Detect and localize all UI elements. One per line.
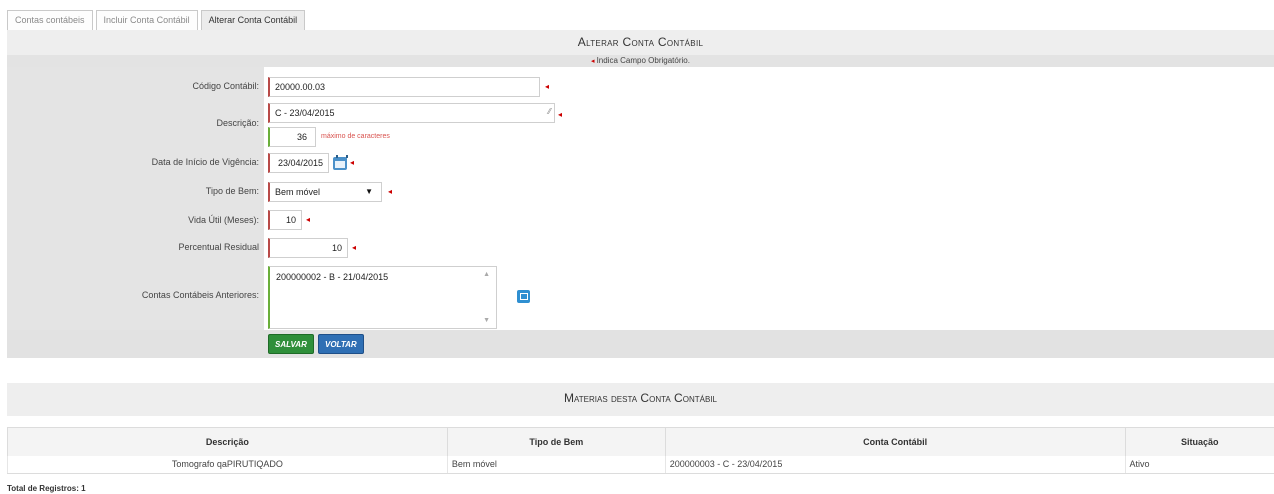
labels-column: Código Contábil: Descrição: Data de Iníc… [7,67,264,358]
descricao-value: C - 23/04/2015 [275,108,335,118]
codigo-label: Código Contábil: [192,81,259,91]
tab-contas-contabeis[interactable]: Contas contábeis [7,10,93,30]
total-registros: Total de Registros: 1 [7,484,86,493]
contas-anteriores-label: Contas Contábeis Anteriores: [141,290,259,300]
required-marker-icon: ◂ [591,58,595,65]
table-header-row: Descrição Tipo de Bem Conta Contábil Sit… [7,427,1274,456]
required-marker-icon: ◂ [545,82,550,91]
percentual-label: Percentual Residual [178,242,259,252]
cell-descricao: Tomografo qaPIRUTIQADO [7,455,448,474]
form-area: Código Contábil: Descrição: Data de Iníc… [7,67,1274,358]
buttons-row: SALVAR VOLTAR [7,330,1274,358]
page-title: Alterar Conta Contábil [577,35,704,49]
col-descricao[interactable]: Descrição [7,427,448,456]
scroll-down-icon[interactable]: ▼ [483,317,490,324]
voltar-button[interactable]: VOLTAR [318,334,364,354]
descricao-input[interactable]: C - 23/04/2015 ⁄⁄ [268,103,555,123]
required-marker-icon: ◂ [350,158,355,167]
cell-conta: 200000003 - C - 23/04/2015 [664,455,1126,474]
tab-bar: Contas contábeis Incluir Conta Contábil … [7,10,306,30]
materias-table: Descrição Tipo de Bem Conta Contábil Sit… [7,427,1274,474]
required-marker-icon: ◂ [388,187,393,196]
tipo-bem-value: Bem móvel [275,187,321,197]
contas-anteriores-value[interactable]: 200000002 - B - 21/04/2015 [276,272,388,282]
required-marker-icon: ◂ [352,243,357,252]
col-tipo-bem[interactable]: Tipo de Bem [446,427,666,456]
tipo-bem-label: Tipo de Bem: [205,186,259,196]
select-arrow-icon: ▼ [365,187,373,196]
cell-tipo-bem: Bem móvel [446,455,666,474]
required-note-text: Indica Campo Obrigatório. [596,56,690,65]
required-marker-icon: ◂ [558,110,563,119]
form-panel: Alterar Conta Contábil ◂ Indica Campo Obr… [7,30,1274,358]
calendar-icon[interactable] [333,155,348,170]
tipo-bem-select[interactable]: Bem móvel ▼ [268,182,382,202]
scroll-up-icon[interactable]: ▲ [483,271,490,278]
data-inicio-input[interactable]: 23/04/2015 [268,153,329,173]
codigo-input[interactable]: 20000.00.03 [268,77,540,97]
percentual-input[interactable]: 10 [268,238,348,258]
required-marker-icon: ◂ [306,215,311,224]
counter-hint: máximo de caracteres [321,133,390,140]
table-row[interactable]: Tomografo qaPIRUTIQADO Bem móvel 2000000… [7,455,1274,474]
required-note: ◂ Indica Campo Obrigatório. [7,55,1274,67]
cell-situacao: Ativo [1124,455,1274,474]
vida-util-label: Vida Útil (Meses): [188,215,259,225]
materias-title: Materias desta Conta Contábil [7,383,1274,416]
contas-anteriores-list[interactable]: 200000002 - B - 21/04/2015 ▲ ▼ [268,266,497,329]
col-situacao[interactable]: Situação [1124,427,1274,456]
descricao-label: Descrição: [216,118,259,128]
salvar-button[interactable]: SALVAR [268,334,314,354]
popup-icon[interactable] [517,290,530,303]
resize-grip-icon[interactable]: ⁄⁄ [548,103,551,121]
tab-incluir-conta[interactable]: Incluir Conta Contábil [95,10,198,30]
tab-alterar-conta[interactable]: Alterar Conta Contábil [200,10,306,30]
data-inicio-label: Data de Início de Vigência: [151,157,259,167]
col-conta-contabil[interactable]: Conta Contábil [664,427,1126,456]
vida-util-input[interactable]: 10 [268,210,302,230]
descricao-counter: 36 [268,127,316,147]
fields-column: 20000.00.03 ◂ C - 23/04/2015 ⁄⁄ ◂ 36 máx… [264,67,1274,330]
